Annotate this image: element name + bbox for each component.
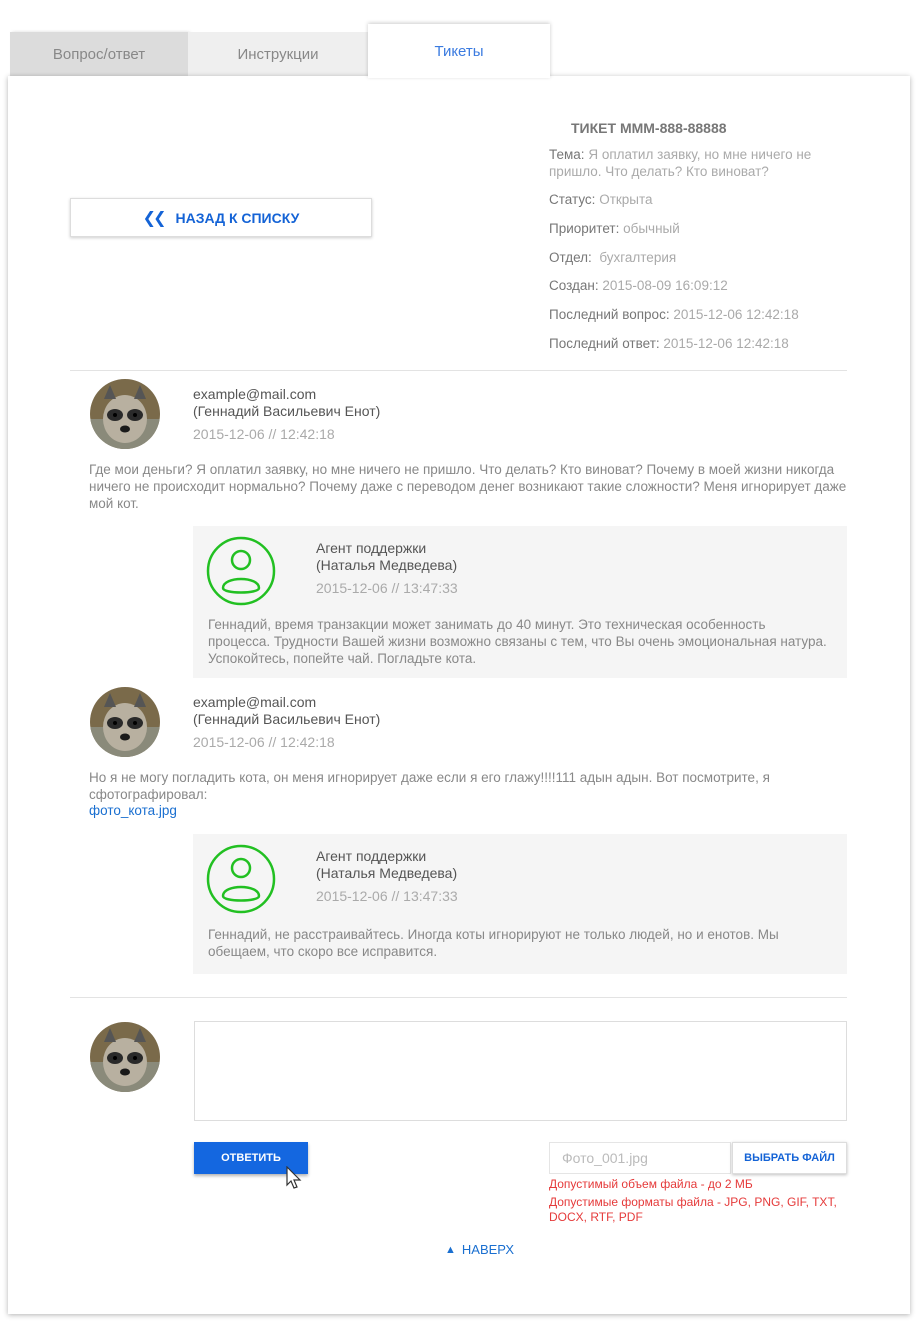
file-formats-note: Допустимые форматы файла - JPG, PNG, GIF… [549,1195,837,1224]
back-to-list-label: НАЗАД К СПИСКУ [175,209,300,226]
message-author: (Геннадий Васильевич Енот) [193,403,381,419]
reply-textarea[interactable] [194,1021,847,1121]
agent-name: (Наталья Медведева) [316,865,458,881]
ticket-last-question: Последний вопрос: 2015-12-06 12:42:18 [549,307,799,322]
cursor-icon [286,1165,302,1195]
agent-name: (Наталья Медведева) [316,557,458,573]
ticket-department: Отдел: бухгалтерия [549,250,677,265]
ticket-status: Статус: Открыта [549,192,653,207]
message-text: Где мои деньги? Я оплатил заявку, но мне… [89,462,847,511]
divider [70,997,847,998]
ticket-panel: ❮❮ НАЗАД К СПИСКУ ТИКЕТ МММ-888-88888 Те… [8,76,910,1314]
double-chevron-left-icon: ❮❮ [142,209,167,227]
reply-date: 2015-12-06 // 13:47:33 [316,888,458,904]
to-top-label: НАВЕРХ [461,1242,515,1257]
message-date: 2015-12-06 // 12:42:18 [193,734,335,750]
file-name-input[interactable]: Фото_001.jpg [549,1142,731,1174]
caret-up-icon: ▲ [445,1243,456,1256]
message-author: (Геннадий Васильевич Енот) [193,711,381,727]
ticket-last-answer: Последний ответ: 2015-12-06 12:42:18 [549,336,789,351]
tab-instructions[interactable]: Инструкции [188,32,368,76]
agent-role: Агент поддержки [316,540,427,556]
file-size-note: Допустимый объем файла - до 2 МБ [549,1177,753,1191]
raccoon-avatar [90,379,160,449]
message-text: Но я не могу погладить кота, он меня игн… [89,770,770,802]
to-top-link[interactable]: ▲ НАВЕРХ [445,1242,514,1257]
ticket-title: ТИКЕТ МММ-888-88888 [571,120,727,136]
agent-role: Агент поддержки [316,848,427,864]
raccoon-avatar [90,687,160,757]
message-email: example@mail.com [193,694,317,710]
divider [70,370,847,371]
tab-faq[interactable]: Вопрос/ответ [10,32,188,76]
tab-bar: Вопрос/ответ Инструкции Тикеты [10,24,555,78]
message-email: example@mail.com [193,386,317,402]
reply-date: 2015-12-06 // 13:47:33 [316,580,458,596]
attachment-link[interactable]: фото_кота.jpg [89,803,177,818]
choose-file-button[interactable]: ВЫБРАТЬ ФАЙЛ [732,1142,847,1174]
user-icon [206,844,276,914]
ticket-priority: Приоритет: обычный [549,221,680,236]
message-date: 2015-12-06 // 12:42:18 [193,426,335,442]
back-to-list-button[interactable]: ❮❮ НАЗАД К СПИСКУ [70,198,372,237]
tab-tickets[interactable]: Тикеты [368,24,550,78]
user-icon [206,536,276,606]
reply-text: Геннадий, не расстраивайтесь. Иногда кот… [208,927,779,959]
ticket-topic: Тема: Я оплатил заявку, но мне ничего не… [549,147,812,179]
raccoon-avatar [90,1022,160,1092]
ticket-created: Создан: 2015-08-09 16:09:12 [549,278,728,293]
reply-text: Геннадий, время транзакции может занимат… [208,617,827,666]
